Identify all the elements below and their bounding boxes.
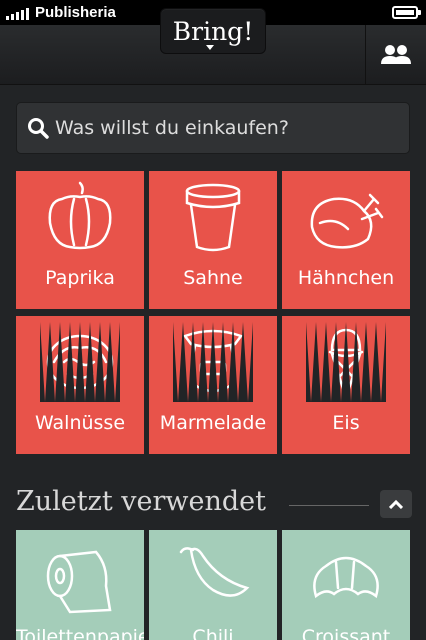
item-tile-walnuesse[interactable]: Walnüsse <box>16 316 144 454</box>
item-tile-paprika[interactable]: Paprika <box>16 171 144 309</box>
chicken-icon <box>310 193 384 249</box>
users-button[interactable] <box>366 25 426 85</box>
app-title: Bring! <box>172 16 254 46</box>
search-box[interactable] <box>16 102 410 154</box>
toilet-paper-icon <box>46 550 112 614</box>
item-label: Marmelade <box>159 412 267 434</box>
item-label: Hähnchen <box>297 267 395 289</box>
item-tile-marmelade[interactable]: Marmelade <box>149 316 277 454</box>
chevron-up-icon <box>389 499 403 509</box>
item-label: Croissant <box>301 626 391 640</box>
item-label: Sahne <box>183 267 243 289</box>
tile-zigzag-edge <box>40 322 120 402</box>
item-label: Chili <box>192 626 234 640</box>
item-label: Paprika <box>45 267 115 289</box>
carrier-name: Publisheria <box>35 4 116 21</box>
search-icon <box>28 118 49 139</box>
cream-cup-icon <box>185 183 241 252</box>
tile-zigzag-edge <box>306 322 386 402</box>
search-input[interactable] <box>55 117 395 139</box>
item-label: Eis <box>332 412 360 434</box>
paprika-icon <box>48 181 112 250</box>
section-divider <box>289 505 369 506</box>
item-tile-sahne[interactable]: Sahne <box>149 171 277 309</box>
item-label: Toilettenpapier <box>16 626 144 640</box>
item-label: Walnüsse <box>34 412 126 434</box>
item-tile-haehnchen[interactable]: Hähnchen <box>282 171 410 309</box>
section-title-recent: Zuletzt verwendet <box>16 486 267 517</box>
tile-zigzag-edge <box>173 322 253 402</box>
recent-tile-toilettenpapier[interactable]: Toilettenpapier <box>16 530 144 640</box>
croissant-icon <box>313 556 379 599</box>
recent-tile-croissant[interactable]: Croissant <box>282 530 410 640</box>
battery-icon <box>392 6 421 19</box>
signal-strength-icon <box>6 6 29 20</box>
users-icon <box>381 45 411 64</box>
chili-icon <box>179 547 250 597</box>
item-tile-eis[interactable]: Eis <box>282 316 410 454</box>
caret-down-icon <box>206 45 214 50</box>
recent-tile-chili[interactable]: Chili <box>149 530 277 640</box>
collapse-section-button[interactable] <box>380 490 412 518</box>
